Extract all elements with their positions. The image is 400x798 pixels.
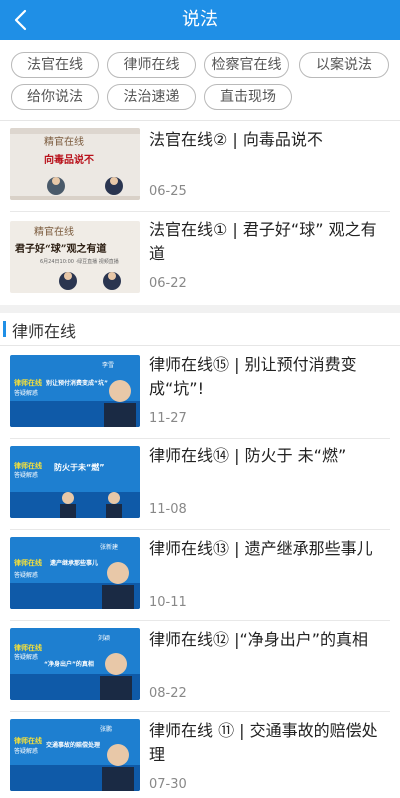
section-marker xyxy=(3,321,6,337)
sub-text: 答疑解惑 xyxy=(14,747,38,755)
item-date: 11-27 xyxy=(149,411,187,426)
thumbnail: 律师在线 答疑解惑 防火于未“燃” xyxy=(10,446,140,518)
thumbnail: 精官在线 君子好“球”观之有道 6月24日10:00 ·绿豆直播 视频直播 xyxy=(10,221,140,293)
brand-text: 律师在线 xyxy=(13,461,42,470)
section-header: 律师在线 xyxy=(0,313,400,345)
topic-text: 君子好“球”观之有道 xyxy=(15,242,107,255)
thumbnail: 律师在线 答疑解惑 遗产继承那些事儿 张新建 xyxy=(10,537,140,609)
tag-give-you-law[interactable]: 给你说法 xyxy=(11,84,99,110)
brand-text: 律师在线 xyxy=(13,643,42,652)
item-date: 06-22 xyxy=(149,276,187,291)
item-divider xyxy=(10,211,390,212)
tag-legal-express[interactable]: 法治速递 xyxy=(107,84,196,110)
lawyer-name: 张新建 xyxy=(100,543,118,551)
topic-text: 别让预付消费变成“坑” xyxy=(45,379,108,387)
tag-judge-online[interactable]: 法官在线 xyxy=(11,52,99,78)
list-item[interactable]: 律师在线 答疑解惑 “净身出户”的真相 刘颖 律师在线⑫ |“净身出户”的真相 … xyxy=(0,624,400,714)
top-bar: 说法 xyxy=(0,0,400,40)
section-divider xyxy=(0,345,400,346)
section-title: 律师在线 xyxy=(12,322,77,341)
thumbnail: 律师在线 答疑解惑 别让预付消费变成“坑” 李雪 xyxy=(10,355,140,427)
subtitle-text: 6月24日10:00 ·绿豆直播 视频直播 xyxy=(40,258,119,265)
brand-text: 律师在线 xyxy=(13,736,42,745)
list-item[interactable]: 律师在线 答疑解惑 交通事故的赔偿处理 张鹏 律师在线 ⑪ | 交通事故的赔偿处… xyxy=(0,715,400,798)
topic-text: 防火于未“燃” xyxy=(54,462,105,472)
topic-text: “净身出户”的真相 xyxy=(44,660,94,668)
tags-divider xyxy=(0,120,400,121)
item-title: 律师在线⑮ | 别让预付消费变成“坑”! xyxy=(149,355,357,398)
topic-text: 遗产继承那些事儿 xyxy=(49,559,98,567)
sub-text: 答疑解惑 xyxy=(14,471,38,479)
brand-text: 律师在线 xyxy=(13,558,42,567)
item-date: 11-08 xyxy=(149,502,187,517)
tag-case-law[interactable]: 以案说法 xyxy=(299,52,389,78)
list-item[interactable]: 律师在线 答疑解惑 遗产继承那些事儿 张新建 律师在线⑬ | 遗产继承那些事儿 … xyxy=(0,533,400,623)
sub-text: 答疑解惑 xyxy=(14,571,38,579)
lawyer-name: 刘颖 xyxy=(98,634,110,642)
brand-text: 精官在线 xyxy=(44,135,84,148)
tag-prosecutor-online[interactable]: 检察官在线 xyxy=(204,52,289,78)
item-title: 律师在线⑬ | 遗产继承那些事儿 xyxy=(149,539,373,558)
thumbnail: 律师在线 答疑解惑 交通事故的赔偿处理 张鹏 xyxy=(10,719,140,791)
topic-text: 向毒品说不 xyxy=(44,153,94,166)
item-title: 律师在线⑫ |“净身出户”的真相 xyxy=(149,630,369,649)
thumbnail: 精官在线 向毒品说不 xyxy=(10,128,140,200)
page-title: 说法 xyxy=(182,9,218,30)
topic-text: 交通事故的赔偿处理 xyxy=(46,741,100,749)
item-title: 法官在线① | 君子好“球” 观之有道 xyxy=(149,220,377,263)
list-item[interactable]: 律师在线 答疑解惑 防火于未“燃” 律师在线⑭ | 防火于 未“燃” 11-08 xyxy=(0,442,400,532)
tag-lawyer-online[interactable]: 律师在线 xyxy=(107,52,196,78)
item-divider xyxy=(10,711,390,712)
list-item[interactable]: 精官在线 向毒品说不 法官在线② | 向毒品说不 06-25 xyxy=(0,124,400,214)
sub-text: 答疑解惑 xyxy=(14,389,38,397)
item-date: 08-22 xyxy=(149,686,187,701)
item-divider xyxy=(10,529,390,530)
item-date: 10-11 xyxy=(149,595,187,610)
item-title: 法官在线② | 向毒品说不 xyxy=(149,130,323,149)
sub-text: 答疑解惑 xyxy=(14,653,38,661)
item-title: 律师在线 ⑪ | 交通事故的赔偿处理 xyxy=(149,721,378,764)
lawyer-name: 张鹏 xyxy=(100,725,112,733)
thumbnail: 律师在线 答疑解惑 “净身出户”的真相 刘颖 xyxy=(10,628,140,700)
lawyer-name: 李雪 xyxy=(102,361,114,369)
section-gap xyxy=(0,305,400,313)
item-divider xyxy=(10,620,390,621)
list-item[interactable]: 律师在线 答疑解惑 别让预付消费变成“坑” 李雪 律师在线⑮ | 别让预付消费变… xyxy=(0,351,400,441)
brand-text: 律师在线 xyxy=(13,378,42,387)
brand-text: 精官在线 xyxy=(34,225,74,238)
list-item[interactable]: 精官在线 君子好“球”观之有道 6月24日10:00 ·绿豆直播 视频直播 法官… xyxy=(0,214,400,304)
item-date: 07-30 xyxy=(149,777,187,792)
item-date: 06-25 xyxy=(149,184,187,199)
category-tags: 法官在线 律师在线 检察官在线 以案说法 给你说法 法治速递 直击现场 xyxy=(0,40,400,120)
item-divider xyxy=(10,438,390,439)
item-title: 律师在线⑭ | 防火于 未“燃” xyxy=(149,446,347,465)
tag-live-scene[interactable]: 直击现场 xyxy=(204,84,292,110)
